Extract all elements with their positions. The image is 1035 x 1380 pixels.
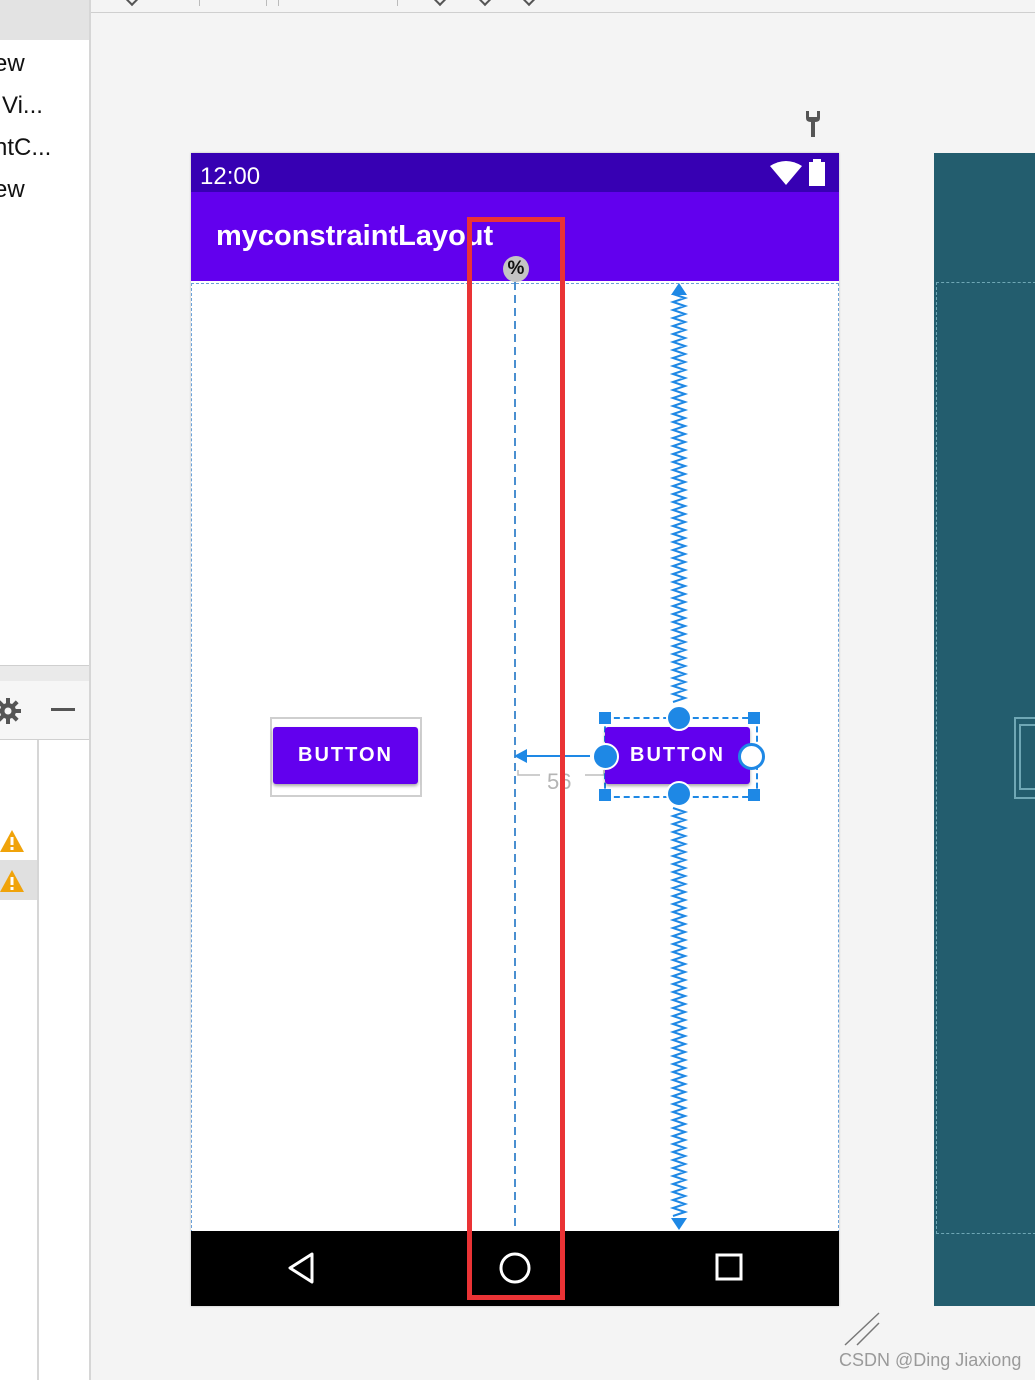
blueprint-button-inner — [1019, 724, 1035, 790]
top-constraint-arrowhead — [671, 283, 687, 295]
bottom-constraint-arrowhead — [671, 1218, 687, 1230]
start-anchor-handle[interactable] — [592, 743, 619, 770]
resize-handle-bottom-left[interactable] — [599, 789, 611, 801]
resize-handle-icon[interactable] — [843, 1311, 883, 1351]
resize-handle-bottom-right[interactable] — [748, 789, 760, 801]
top-anchor-handle[interactable] — [666, 705, 692, 731]
bottom-spring-constraint — [669, 807, 689, 1217]
resize-handle-top-right[interactable] — [748, 712, 760, 724]
button-2[interactable]: BUTTON — [605, 727, 750, 784]
button-1[interactable]: BUTTON — [273, 727, 418, 784]
end-anchor-handle[interactable] — [738, 743, 765, 770]
bottom-anchor-handle[interactable] — [666, 781, 692, 807]
margin-indicator — [585, 770, 605, 776]
top-spring-constraint — [669, 293, 689, 703]
resize-handle-top-left[interactable] — [599, 712, 611, 724]
highlight-annotation — [467, 217, 565, 1300]
watermark: CSDN @Ding Jiaxiong — [839, 1350, 1022, 1370]
